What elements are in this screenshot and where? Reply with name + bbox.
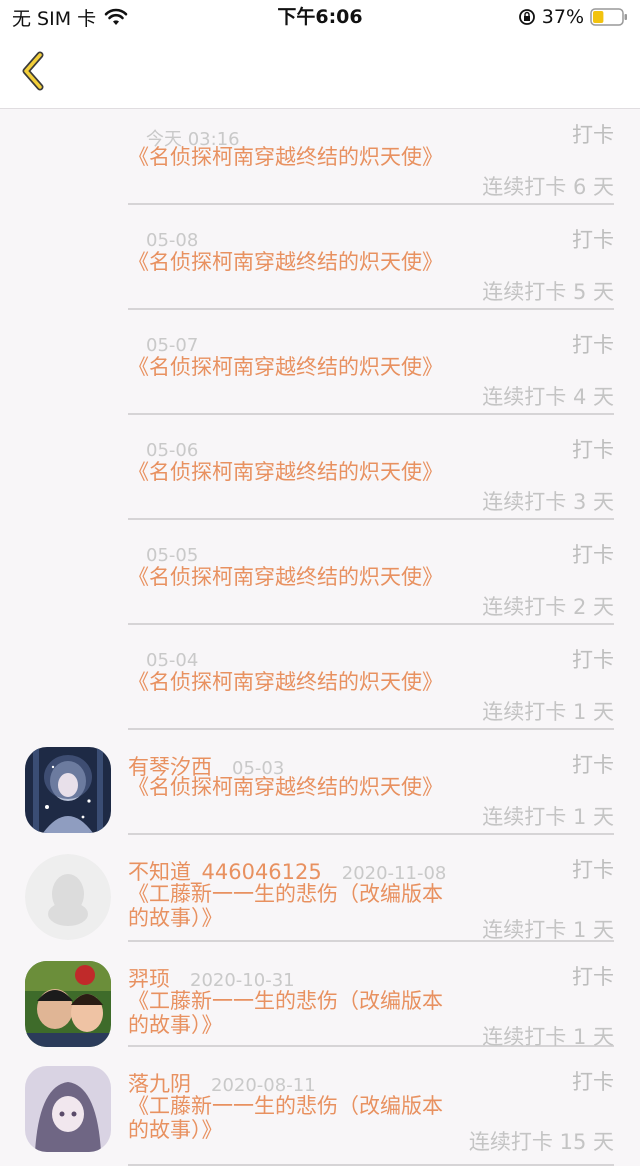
book-title[interactable]: 《工藤新一一生的悲伤（改编版本的故事）》 xyxy=(128,989,458,1037)
list-item-content: 05-06 《名侦探柯南穿越终结的炽天使》 打卡连续打卡 3 天 xyxy=(128,424,614,520)
list-item[interactable]: 05-04 《名侦探柯南穿越终结的炽天使》 打卡连续打卡 1 天 xyxy=(0,634,640,730)
book-title[interactable]: 《名侦探柯南穿越终结的炽天使》 xyxy=(128,775,458,799)
back-button[interactable] xyxy=(8,44,58,98)
book-title[interactable]: 《名侦探柯南穿越终结的炽天使》 xyxy=(128,565,458,589)
rotation-lock-icon xyxy=(518,9,535,25)
checkin-label: 打卡 xyxy=(572,543,614,567)
checkin-label: 打卡 xyxy=(572,228,614,252)
anime-girl-avatar[interactable] xyxy=(25,747,111,833)
book-title[interactable]: 《名侦探柯南穿越终结的炽天使》 xyxy=(128,460,458,484)
book-title[interactable]: 《名侦探柯南穿越终结的炽天使》 xyxy=(128,145,458,169)
children-photo-avatar[interactable] xyxy=(25,961,111,1047)
book-title[interactable]: 《名侦探柯南穿越终结的炽天使》 xyxy=(128,670,458,694)
streak-count: 连续打卡 1 天 xyxy=(482,918,614,942)
book-title[interactable]: 《名侦探柯南穿越终结的炽天使》 xyxy=(128,355,458,379)
checkin-label: 打卡 xyxy=(572,858,614,882)
list-item-content: 落九阴 2020-08-11 《工藤新一一生的悲伤（改编版本的故事）》 打卡 连续打卡 … xyxy=(128,1056,614,1166)
checkin-label: 打卡 xyxy=(572,1070,614,1094)
list-item[interactable]: 落九阴 2020-08-11 《工藤新一一生的悲伤（改编版本的故事）》 打卡 连续打卡 … xyxy=(0,1056,640,1166)
checkin-label: 打卡 xyxy=(572,965,614,989)
list-item-content: 05-05 《名侦探柯南穿越终结的炽天使》 打卡连续打卡 2 天 xyxy=(128,529,614,625)
checkin-date: 05-07 xyxy=(146,335,199,356)
list-item[interactable]: 今天 03:16 《名侦探柯南穿越终结的炽天使》 打卡 连续打卡 6 天 xyxy=(0,109,640,205)
battery-icon xyxy=(590,8,627,26)
checkin-date: 2020-11-08 xyxy=(341,863,447,884)
list-item[interactable]: 05-07 《名侦探柯南穿越终结的炽天使》 打卡连续打卡 4 天 xyxy=(0,319,640,415)
list-item-content: 羿顼 2020-10-31 《工藤新一一生的悲伤（改编版本的故事）》 打卡 连续打卡 1… xyxy=(128,951,614,1049)
book-title[interactable]: 《工藤新一一生的悲伤（改编版本的故事）》 xyxy=(128,882,458,930)
status-bar: 无 SIM 卡 下午6:06 37% xyxy=(0,0,640,34)
book-title[interactable]: 《名侦探柯南穿越终结的炽天使》 xyxy=(128,250,458,274)
checkin-date: 2020-08-11 xyxy=(211,1075,316,1096)
streak-count: 连续打卡 1 天 xyxy=(482,1025,614,1049)
streak-count: 连续打卡 1 天 xyxy=(482,805,614,829)
streak-count: 连续打卡 5 天 xyxy=(482,280,614,304)
list-item-content: 有琴汐西 05-03 《名侦探柯南穿越终结的炽天使》 打卡 连续打卡 1 天 xyxy=(128,739,614,835)
streak-count: 连续打卡 15 天 xyxy=(468,1130,614,1154)
checkin-date: 05-06 xyxy=(146,440,199,461)
book-title[interactable]: 《工藤新一一生的悲伤（改编版本的故事）》 xyxy=(128,1094,458,1142)
streak-count: 连续打卡 1 天 xyxy=(482,700,614,724)
nav-bar xyxy=(0,34,640,109)
checkin-label: 打卡 xyxy=(572,753,614,777)
checkin-date: 05-08 xyxy=(146,230,199,251)
list-item[interactable]: 羿顼 2020-10-31 《工藤新一一生的悲伤（改编版本的故事）》 打卡 连续打卡 1… xyxy=(0,951,640,1049)
list-item[interactable]: 不知道_446046125 2020-11-08 《工藤新一一生的悲伤（改编版本的故… xyxy=(0,844,640,942)
checkin-label: 打卡 xyxy=(572,648,614,672)
streak-count: 连续打卡 3 天 xyxy=(482,490,614,514)
status-right: 37% xyxy=(518,4,628,30)
streak-count: 连续打卡 6 天 xyxy=(482,175,614,199)
list-item[interactable]: 05-05 《名侦探柯南穿越终结的炽天使》 打卡连续打卡 2 天 xyxy=(0,529,640,625)
list-item-content: 05-08 《名侦探柯南穿越终结的炽天使》 打卡连续打卡 5 天 xyxy=(128,214,614,310)
checkin-label: 打卡 xyxy=(572,123,614,147)
streak-count: 连续打卡 4 天 xyxy=(482,385,614,409)
list-item-content: 05-04 《名侦探柯南穿越终结的炽天使》 打卡连续打卡 1 天 xyxy=(128,634,614,730)
default-penguin-avatar[interactable] xyxy=(25,854,111,940)
battery-percent: 37% xyxy=(541,6,584,28)
list-item[interactable]: 05-06 《名侦探柯南穿越终结的炽天使》 打卡连续打卡 3 天 xyxy=(0,424,640,520)
checkin-label: 打卡 xyxy=(572,333,614,357)
checkin-date: 05-05 xyxy=(146,545,199,566)
chevron-left-icon xyxy=(22,51,44,91)
checkin-label: 打卡 xyxy=(572,438,614,462)
streak-count: 连续打卡 2 天 xyxy=(482,595,614,619)
checkin-date: 05-04 xyxy=(146,650,199,671)
list-item-content: 今天 03:16 《名侦探柯南穿越终结的炽天使》 打卡 连续打卡 6 天 xyxy=(128,109,614,205)
list-item-content: 05-07 《名侦探柯南穿越终结的炽天使》 打卡连续打卡 4 天 xyxy=(128,319,614,415)
list-item[interactable]: 05-08 《名侦探柯南穿越终结的炽天使》 打卡连续打卡 5 天 xyxy=(0,214,640,310)
list-item-content: 不知道_446046125 2020-11-08 《工藤新一一生的悲伤（改编版本的故… xyxy=(128,844,614,942)
anime-sketch-avatar[interactable] xyxy=(25,1066,111,1152)
checkin-date: 2020-10-31 xyxy=(190,970,295,991)
list-item[interactable]: 有琴汐西 05-03 《名侦探柯南穿越终结的炽天使》 打卡 连续打卡 1 天 xyxy=(0,739,640,835)
